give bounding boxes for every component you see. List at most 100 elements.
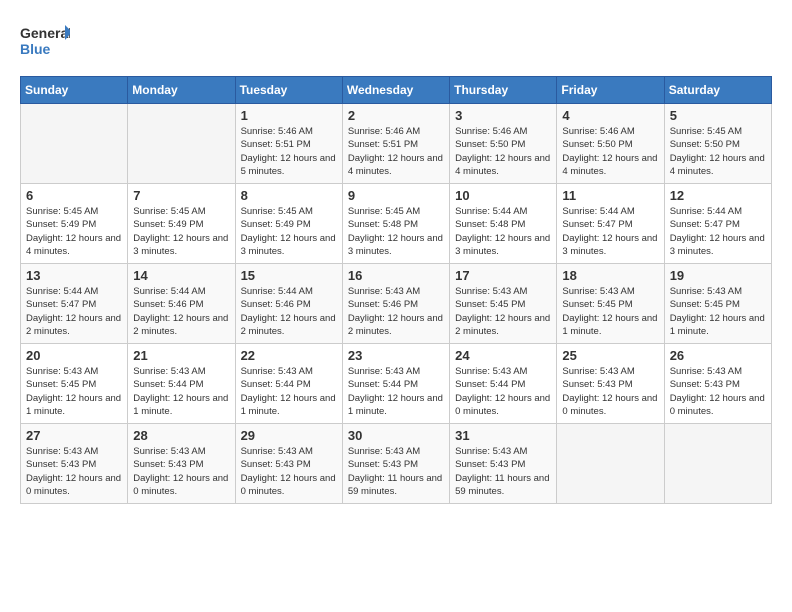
day-info: Sunrise: 5:46 AM Sunset: 5:51 PM Dayligh… [241,125,337,178]
calendar-cell: 25Sunrise: 5:43 AM Sunset: 5:43 PM Dayli… [557,344,664,424]
page-header: General Blue [20,20,772,60]
day-info: Sunrise: 5:43 AM Sunset: 5:43 PM Dayligh… [455,445,551,498]
day-info: Sunrise: 5:45 AM Sunset: 5:49 PM Dayligh… [133,205,229,258]
day-info: Sunrise: 5:43 AM Sunset: 5:43 PM Dayligh… [26,445,122,498]
calendar-cell: 16 Sunrise: 5:43 AM Sunset: 5:46 PM Dayli… [342,264,449,344]
calendar-cell: 4Sunrise: 5:46 AM Sunset: 5:50 PM Daylig… [557,104,664,184]
day-number: 6 [26,188,122,203]
weekday-header-tuesday: Tuesday [235,77,342,104]
calendar-cell: 27 Sunrise: 5:43 AM Sunset: 5:43 PM Dayli… [21,424,128,504]
day-info: Sunrise: 5:43 AM Sunset: 5:45 PM Dayligh… [562,285,658,338]
day-number: 21 [133,348,229,363]
calendar-cell: 22Sunrise: 5:43 AM Sunset: 5:44 PM Dayli… [235,344,342,424]
day-info: Sunrise: 5:43 AM Sunset: 5:45 PM Dayligh… [26,365,122,418]
day-number: 10 [455,188,551,203]
day-number: 23 [348,348,444,363]
calendar-cell: 30 Sunrise: 5:43 AM Sunset: 5:43 PM Dayli… [342,424,449,504]
day-number: 20 [26,348,122,363]
calendar-cell [664,424,771,504]
day-info: Sunrise: 5:45 AM Sunset: 5:49 PM Dayligh… [241,205,337,258]
day-info: Sunrise: 5:43 AM Sunset: 5:44 PM Dayligh… [133,365,229,418]
calendar-cell: 9Sunrise: 5:45 AM Sunset: 5:48 PM Daylig… [342,184,449,264]
day-number: 7 [133,188,229,203]
calendar-cell [128,104,235,184]
logo: General Blue [20,20,70,60]
day-number: 15 [241,268,337,283]
calendar-cell: 1 Sunrise: 5:46 AM Sunset: 5:51 PM Daylig… [235,104,342,184]
day-number: 4 [562,108,658,123]
day-info: Sunrise: 5:43 AM Sunset: 5:43 PM Dayligh… [133,445,229,498]
day-number: 29 [241,428,337,443]
calendar-cell: 28 Sunrise: 5:43 AM Sunset: 5:43 PM Dayli… [128,424,235,504]
day-number: 3 [455,108,551,123]
calendar-cell: 10 Sunrise: 5:44 AM Sunset: 5:48 PM Dayli… [450,184,557,264]
calendar-table: SundayMondayTuesdayWednesdayThursdayFrid… [20,76,772,504]
calendar-cell: 18 Sunrise: 5:43 AM Sunset: 5:45 PM Dayli… [557,264,664,344]
calendar-cell: 7 Sunrise: 5:45 AM Sunset: 5:49 PM Daylig… [128,184,235,264]
day-number: 17 [455,268,551,283]
day-info: Sunrise: 5:43 AM Sunset: 5:43 PM Dayligh… [670,365,766,418]
weekday-header-wednesday: Wednesday [342,77,449,104]
calendar-cell: 15 Sunrise: 5:44 AM Sunset: 5:46 PM Dayli… [235,264,342,344]
day-number: 18 [562,268,658,283]
day-number: 9 [348,188,444,203]
day-info: Sunrise: 5:44 AM Sunset: 5:47 PM Dayligh… [562,205,658,258]
calendar-cell: 21 Sunrise: 5:43 AM Sunset: 5:44 PM Dayli… [128,344,235,424]
day-number: 16 [348,268,444,283]
day-number: 19 [670,268,766,283]
day-number: 26 [670,348,766,363]
day-info: Sunrise: 5:44 AM Sunset: 5:48 PM Dayligh… [455,205,551,258]
calendar-cell: 11 Sunrise: 5:44 AM Sunset: 5:47 PM Dayli… [557,184,664,264]
calendar-cell: 14Sunrise: 5:44 AM Sunset: 5:46 PM Dayli… [128,264,235,344]
day-info: Sunrise: 5:43 AM Sunset: 5:44 PM Dayligh… [348,365,444,418]
calendar-cell: 5Sunrise: 5:45 AM Sunset: 5:50 PM Daylig… [664,104,771,184]
day-number: 22 [241,348,337,363]
day-info: Sunrise: 5:43 AM Sunset: 5:45 PM Dayligh… [455,285,551,338]
generalblue-logo-svg: General Blue [20,20,70,60]
weekday-header-thursday: Thursday [450,77,557,104]
day-info: Sunrise: 5:43 AM Sunset: 5:44 PM Dayligh… [455,365,551,418]
day-info: Sunrise: 5:43 AM Sunset: 5:43 PM Dayligh… [241,445,337,498]
day-info: Sunrise: 5:43 AM Sunset: 5:43 PM Dayligh… [348,445,444,498]
day-number: 12 [670,188,766,203]
day-info: Sunrise: 5:45 AM Sunset: 5:49 PM Dayligh… [26,205,122,258]
day-number: 28 [133,428,229,443]
calendar-body: 1 Sunrise: 5:46 AM Sunset: 5:51 PM Daylig… [21,104,772,504]
week-row-5: 27 Sunrise: 5:43 AM Sunset: 5:43 PM Dayli… [21,424,772,504]
day-number: 27 [26,428,122,443]
calendar-cell: 23 Sunrise: 5:43 AM Sunset: 5:44 PM Dayli… [342,344,449,424]
weekday-header-sunday: Sunday [21,77,128,104]
weekday-row: SundayMondayTuesdayWednesdayThursdayFrid… [21,77,772,104]
calendar-cell: 8Sunrise: 5:45 AM Sunset: 5:49 PM Daylig… [235,184,342,264]
day-number: 1 [241,108,337,123]
week-row-4: 20 Sunrise: 5:43 AM Sunset: 5:45 PM Dayli… [21,344,772,424]
weekday-header-monday: Monday [128,77,235,104]
week-row-3: 13Sunrise: 5:44 AM Sunset: 5:47 PM Dayli… [21,264,772,344]
calendar-cell: 29 Sunrise: 5:43 AM Sunset: 5:43 PM Dayli… [235,424,342,504]
day-number: 30 [348,428,444,443]
day-info: Sunrise: 5:46 AM Sunset: 5:50 PM Dayligh… [455,125,551,178]
day-number: 2 [348,108,444,123]
day-number: 24 [455,348,551,363]
day-number: 25 [562,348,658,363]
calendar-cell: 31 Sunrise: 5:43 AM Sunset: 5:43 PM Dayli… [450,424,557,504]
calendar-cell [21,104,128,184]
day-info: Sunrise: 5:44 AM Sunset: 5:46 PM Dayligh… [241,285,337,338]
day-info: Sunrise: 5:43 AM Sunset: 5:45 PM Dayligh… [670,285,766,338]
weekday-header-friday: Friday [557,77,664,104]
calendar-cell: 26 Sunrise: 5:43 AM Sunset: 5:43 PM Dayli… [664,344,771,424]
day-number: 14 [133,268,229,283]
calendar-cell: 6 Sunrise: 5:45 AM Sunset: 5:49 PM Daylig… [21,184,128,264]
day-number: 31 [455,428,551,443]
day-info: Sunrise: 5:45 AM Sunset: 5:50 PM Dayligh… [670,125,766,178]
calendar-cell: 2 Sunrise: 5:46 AM Sunset: 5:51 PM Daylig… [342,104,449,184]
calendar-cell: 3 Sunrise: 5:46 AM Sunset: 5:50 PM Daylig… [450,104,557,184]
day-info: Sunrise: 5:43 AM Sunset: 5:46 PM Dayligh… [348,285,444,338]
day-number: 13 [26,268,122,283]
calendar-cell: 24 Sunrise: 5:43 AM Sunset: 5:44 PM Dayli… [450,344,557,424]
day-number: 11 [562,188,658,203]
calendar-cell [557,424,664,504]
calendar-cell: 19 Sunrise: 5:43 AM Sunset: 5:45 PM Dayli… [664,264,771,344]
day-info: Sunrise: 5:46 AM Sunset: 5:51 PM Dayligh… [348,125,444,178]
calendar-cell: 12Sunrise: 5:44 AM Sunset: 5:47 PM Dayli… [664,184,771,264]
